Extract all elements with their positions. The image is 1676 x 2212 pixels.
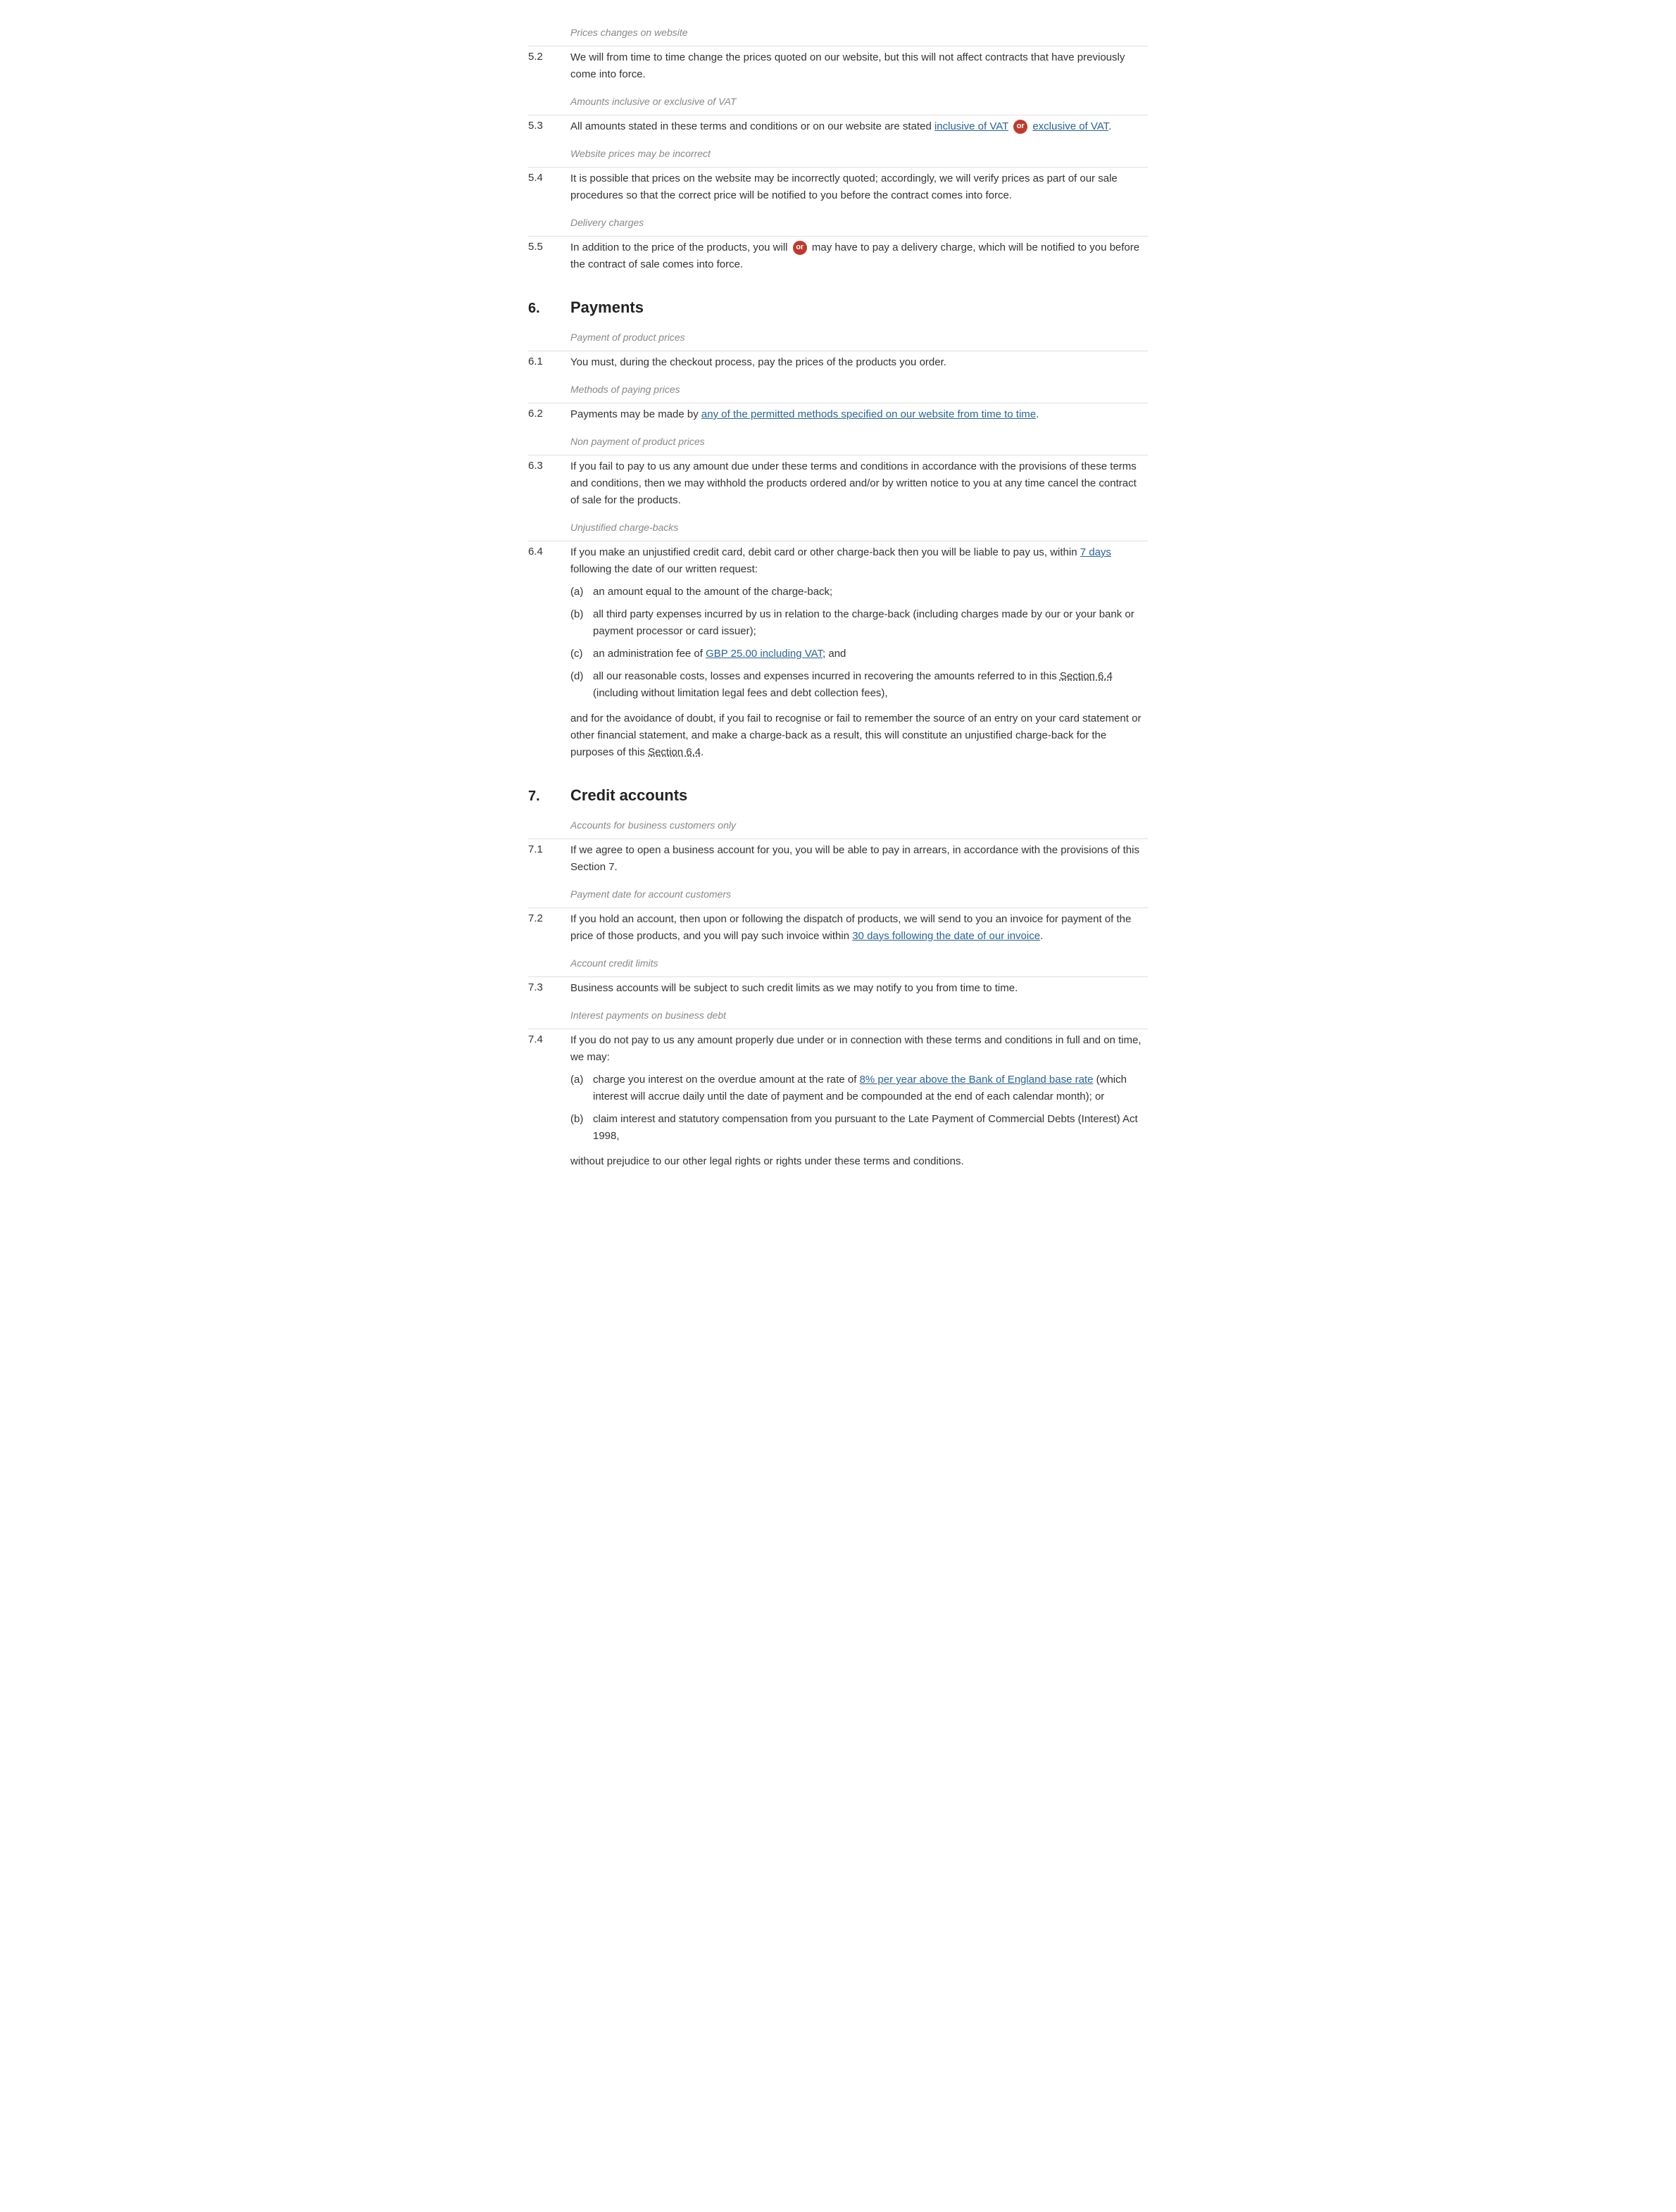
- permitted-methods-link[interactable]: any of the permitted methods specified o…: [701, 408, 1036, 420]
- subsection-7-4: 7.4 If you do not pay to us any amount p…: [528, 1029, 1148, 1170]
- 7-days-link[interactable]: 7 days: [1080, 546, 1111, 558]
- subsection-number-6-2: 6.2: [528, 406, 570, 423]
- subsection-number-6-3: 6.3: [528, 458, 570, 509]
- subsection-content-6-3: If you fail to pay to us any amount due …: [570, 458, 1148, 509]
- sublist-content-6-4-b: all third party expenses incurred by us …: [593, 606, 1148, 640]
- sublist-item-6-4-a: (a) an amount equal to the amount of the…: [570, 584, 1148, 601]
- subsection-5-3: 5.3 All amounts stated in these terms an…: [528, 115, 1148, 135]
- subsection-number-5-2: 5.2: [528, 49, 570, 83]
- sublist-label-7-4-a: (a): [570, 1072, 593, 1105]
- sublist-label-6-4-a: (a): [570, 584, 593, 601]
- subsection-content-7-2: If you hold an account, then upon or fol…: [570, 911, 1148, 945]
- italic-heading-website-prices: Website prices may be incorrect: [528, 146, 1148, 161]
- section-6-number: 6.: [528, 298, 570, 319]
- italic-heading-accounts-business: Accounts for business customers only: [528, 818, 1148, 833]
- section-6-subsections: Payment of product prices 6.1 You must, …: [528, 330, 1148, 761]
- section-7-subsections: Accounts for business customers only 7.1…: [528, 818, 1148, 1170]
- subsection-content-5-5: In addition to the price of the products…: [570, 239, 1148, 273]
- subsection-content-6-1: You must, during the checkout process, p…: [570, 354, 1148, 371]
- sublist-label-6-4-c: (c): [570, 646, 593, 662]
- subsection-number-7-1: 7.1: [528, 842, 570, 876]
- section-5-subsections: Prices changes on website 5.2 We will fr…: [528, 25, 1148, 273]
- subsection-number-6-1: 6.1: [528, 354, 570, 371]
- sublist-item-7-4-b: (b) claim interest and statutory compens…: [570, 1111, 1148, 1145]
- closing-para-7-4: without prejudice to our other legal rig…: [570, 1153, 1148, 1170]
- subsection-5-2: 5.2 We will from time to time change the…: [528, 46, 1148, 83]
- sublist-7-4: (a) charge you interest on the overdue a…: [570, 1072, 1148, 1145]
- italic-heading-payment-date: Payment date for account customers: [528, 887, 1148, 902]
- section-6-heading: 6. Payments: [528, 296, 1148, 319]
- sublist-item-6-4-d: (d) all our reasonable costs, losses and…: [570, 668, 1148, 702]
- subsection-5-5: 5.5 In addition to the price of the prod…: [528, 237, 1148, 273]
- subsection-number-5-3: 5.3: [528, 118, 570, 135]
- sublist-content-6-4-a: an amount equal to the amount of the cha…: [593, 584, 1148, 601]
- sublist-item-7-4-a: (a) charge you interest on the overdue a…: [570, 1072, 1148, 1105]
- gbp-fee-link[interactable]: GBP 25.00 including VAT: [706, 648, 823, 660]
- subsection-content-7-4: If you do not pay to us any amount prope…: [570, 1032, 1148, 1170]
- subsection-7-1: 7.1 If we agree to open a business accou…: [528, 839, 1148, 876]
- or-badge-5-5: or: [793, 241, 807, 255]
- section-7-heading: 7. Credit accounts: [528, 784, 1148, 807]
- subsection-6-2: 6.2 Payments may be made by any of the p…: [528, 403, 1148, 423]
- subsection-6-1: 6.1 You must, during the checkout proces…: [528, 351, 1148, 371]
- sublist-content-7-4-a: charge you interest on the overdue amoun…: [593, 1072, 1148, 1105]
- subsection-6-3: 6.3 If you fail to pay to us any amount …: [528, 455, 1148, 509]
- subsection-number-5-4: 5.4: [528, 170, 570, 204]
- subsection-7-3: 7.3 Business accounts will be subject to…: [528, 977, 1148, 997]
- sublist-item-6-4-b: (b) all third party expenses incurred by…: [570, 606, 1148, 640]
- italic-heading-credit-limits: Account credit limits: [528, 956, 1148, 971]
- sublist-content-7-4-b: claim interest and statutory compensatio…: [593, 1111, 1148, 1145]
- section-6-title: Payments: [570, 296, 644, 319]
- italic-heading-unjustified-chargebacks: Unjustified charge-backs: [528, 520, 1148, 535]
- subsection-content-7-1: If we agree to open a business account f…: [570, 842, 1148, 876]
- sublist-label-6-4-d: (d): [570, 668, 593, 702]
- section-6-4-ref-closing: Section 6.4: [648, 746, 701, 758]
- section-7-title: Credit accounts: [570, 784, 687, 807]
- subsection-number-7-2: 7.2: [528, 911, 570, 945]
- italic-heading-delivery-charges: Delivery charges: [528, 215, 1148, 230]
- subsection-7-2: 7.2 If you hold an account, then upon or…: [528, 908, 1148, 945]
- italic-heading-payment-product-prices: Payment of product prices: [528, 330, 1148, 345]
- subsection-6-4: 6.4 If you make an unjustified credit ca…: [528, 541, 1148, 761]
- italic-heading-prices-changes: Prices changes on website: [528, 25, 1148, 40]
- or-badge-5-3: or: [1013, 120, 1027, 134]
- section-6-4-ref-d: Section 6.4: [1060, 670, 1113, 682]
- subsection-number-7-3: 7.3: [528, 980, 570, 997]
- subsection-content-5-3: All amounts stated in these terms and co…: [570, 118, 1148, 135]
- sublist-label-7-4-b: (b): [570, 1111, 593, 1145]
- sublist-content-6-4-c: an administration fee of GBP 25.00 inclu…: [593, 646, 1148, 662]
- subsection-number-5-5: 5.5: [528, 239, 570, 273]
- section-7-number: 7.: [528, 786, 570, 807]
- interest-rate-link[interactable]: 8% per year above the Bank of England ba…: [860, 1074, 1094, 1086]
- italic-heading-methods-paying: Methods of paying prices: [528, 382, 1148, 397]
- closing-para-6-4: and for the avoidance of doubt, if you f…: [570, 710, 1148, 761]
- sublist-label-6-4-b: (b): [570, 606, 593, 640]
- subsection-content-7-3: Business accounts will be subject to suc…: [570, 980, 1148, 997]
- subsection-content-5-2: We will from time to time change the pri…: [570, 49, 1148, 83]
- italic-heading-non-payment: Non payment of product prices: [528, 434, 1148, 449]
- subsection-content-6-4: If you make an unjustified credit card, …: [570, 544, 1148, 761]
- subsection-5-4: 5.4 It is possible that prices on the we…: [528, 168, 1148, 204]
- sublist-6-4: (a) an amount equal to the amount of the…: [570, 584, 1148, 702]
- subsection-number-7-4: 7.4: [528, 1032, 570, 1170]
- subsection-number-6-4: 6.4: [528, 544, 570, 761]
- subsection-content-6-2: Payments may be made by any of the permi…: [570, 406, 1148, 423]
- inclusive-vat-link[interactable]: inclusive of VAT: [934, 120, 1008, 132]
- italic-heading-amounts-vat: Amounts inclusive or exclusive of VAT: [528, 94, 1148, 109]
- italic-heading-interest-payments: Interest payments on business debt: [528, 1008, 1148, 1023]
- exclusive-vat-link[interactable]: exclusive of VAT: [1032, 120, 1108, 132]
- subsection-content-5-4: It is possible that prices on the websit…: [570, 170, 1148, 204]
- 30-days-link[interactable]: 30 days following the date of our invoic…: [852, 930, 1040, 942]
- sublist-content-6-4-d: all our reasonable costs, losses and exp…: [593, 668, 1148, 702]
- sublist-item-6-4-c: (c) an administration fee of GBP 25.00 i…: [570, 646, 1148, 662]
